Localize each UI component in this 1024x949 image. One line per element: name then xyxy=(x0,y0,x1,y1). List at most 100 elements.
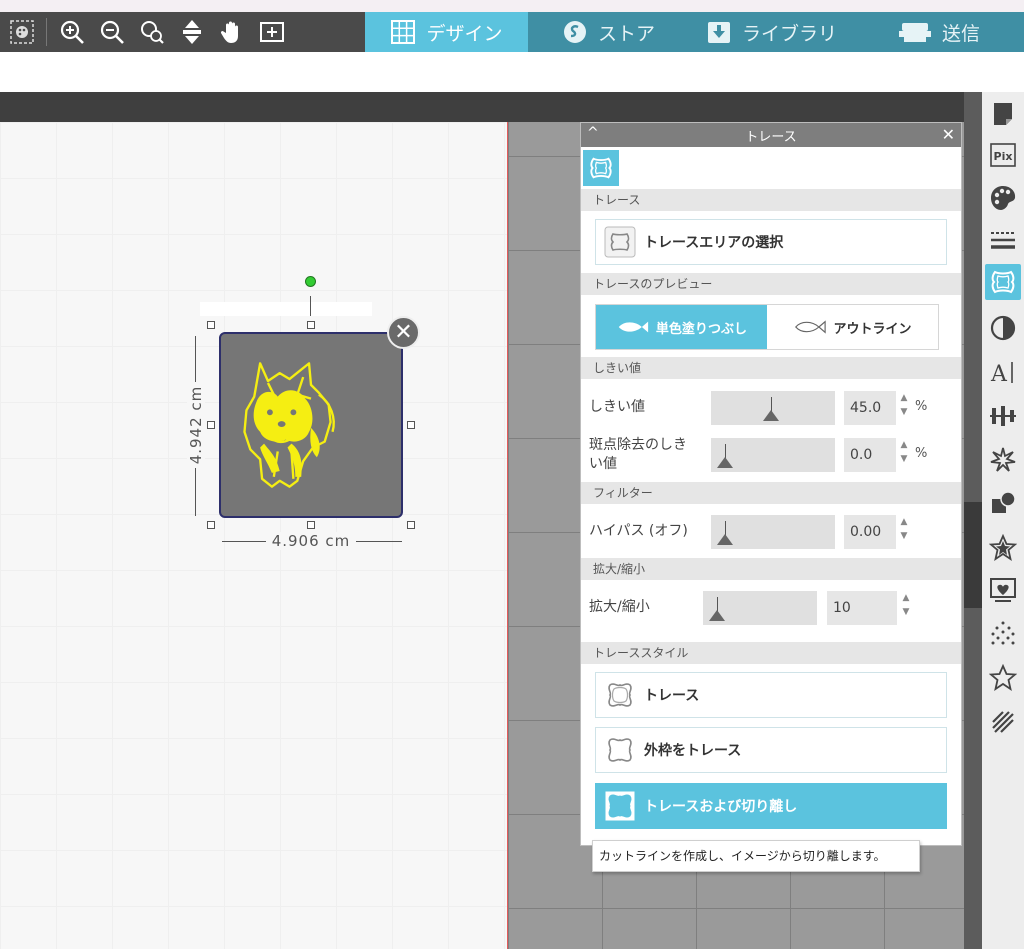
preview-solid-label: 単色塗りつぶし xyxy=(655,321,748,337)
tab-library[interactable]: ライブラリ xyxy=(706,12,837,52)
trace-style-outer-label: 外枠をトレース xyxy=(644,743,742,759)
preview-solid-fill[interactable]: 単色塗りつぶし xyxy=(596,305,767,349)
spot-removal-value[interactable]: 0.0 xyxy=(844,438,896,472)
spot-removal-slider[interactable] xyxy=(711,438,835,472)
threshold-stepper[interactable]: ▲ ▼ xyxy=(899,391,909,419)
height-label: 4.942 cm xyxy=(187,381,205,469)
zoom-select-icon[interactable] xyxy=(136,17,168,47)
offset-icon[interactable] xyxy=(985,530,1021,566)
select-trace-area-button[interactable]: トレースエリアの選択 xyxy=(595,219,947,265)
resize-handle-t[interactable] xyxy=(307,321,315,329)
object-background xyxy=(200,302,372,316)
trace-style-icon xyxy=(608,683,632,707)
section-filter: フィルター xyxy=(581,482,961,504)
svg-text:A: A xyxy=(990,362,1008,386)
selected-image[interactable] xyxy=(219,332,403,518)
title-strip xyxy=(0,0,1024,12)
panel-toggle-icon[interactable] xyxy=(6,17,38,47)
rotate-handle[interactable] xyxy=(305,276,316,287)
toolbar-divider xyxy=(46,18,47,46)
resize-handle-br[interactable] xyxy=(407,521,415,529)
grid-icon xyxy=(391,20,416,44)
resize-handle-b[interactable] xyxy=(307,521,315,529)
trace-tab-icon[interactable] xyxy=(583,150,619,186)
zoom-in-icon[interactable] xyxy=(56,17,88,47)
section-preview: トレースのプレビュー xyxy=(581,273,961,295)
width-label: 4.906 cm xyxy=(265,532,357,550)
rotate-stem xyxy=(310,296,311,316)
pixscan-icon[interactable]: Pix xyxy=(985,137,1021,173)
width-dimension: 4.906 cm xyxy=(216,531,406,551)
line-style-icon[interactable] xyxy=(985,222,1021,258)
spot-removal-label-2: い値 xyxy=(589,456,617,472)
threshold-value[interactable]: 45.0 xyxy=(844,391,896,425)
slider-thumb[interactable] xyxy=(709,610,725,621)
zoom-out-icon[interactable] xyxy=(96,17,128,47)
scale-label: 拡大/縮小 xyxy=(589,599,650,615)
trace-style-outer-button[interactable]: 外枠をトレース xyxy=(595,727,947,773)
svg-text:Pix: Pix xyxy=(994,150,1013,163)
threshold-slider[interactable] xyxy=(711,391,835,425)
tab-library-label: ライブラリ xyxy=(742,22,838,45)
high-pass-label: ハイパス (オフ) xyxy=(589,523,688,539)
pan-hand-icon[interactable] xyxy=(216,17,248,47)
replicate-icon[interactable] xyxy=(985,442,1021,478)
sketch-icon[interactable] xyxy=(985,572,1021,608)
section-trace: トレース xyxy=(581,189,961,211)
tooltip: カットラインを作成し、イメージから切り離します。 xyxy=(592,840,920,872)
high-pass-slider[interactable] xyxy=(711,515,835,549)
trace-detach-icon xyxy=(605,791,635,821)
trace-style-trace-label: トレース xyxy=(644,688,700,704)
outer-trace-icon xyxy=(608,738,632,762)
high-pass-value[interactable]: 0.00 xyxy=(844,515,896,549)
scrollbar-thumb[interactable] xyxy=(964,502,982,608)
tab-design[interactable]: デザイン xyxy=(365,12,528,52)
resize-handle-bl[interactable] xyxy=(207,521,215,529)
trace-area-icon xyxy=(604,226,636,258)
add-page-icon[interactable] xyxy=(256,17,288,47)
tab-store[interactable]: ストア xyxy=(562,12,655,52)
fill-palette-icon[interactable] xyxy=(985,180,1021,216)
tab-send[interactable]: 送信 xyxy=(898,12,980,52)
resize-handle-r[interactable] xyxy=(407,421,415,429)
preview-outline[interactable]: アウトライン xyxy=(767,305,938,349)
hatch-icon[interactable] xyxy=(985,704,1021,740)
send-icon xyxy=(899,23,931,42)
align-icon[interactable] xyxy=(985,398,1021,434)
panel-close-icon[interactable]: ✕ xyxy=(942,125,955,144)
trace-icon[interactable] xyxy=(985,264,1021,300)
collapse-icon[interactable]: ^ xyxy=(587,125,599,141)
panel-title: トレース xyxy=(745,129,797,145)
resize-handle-tl[interactable] xyxy=(207,321,215,329)
threshold-unit: % xyxy=(915,399,928,414)
high-pass-stepper[interactable]: ▲ ▼ xyxy=(899,515,909,543)
library-icon xyxy=(708,22,730,43)
transparency-icon[interactable] xyxy=(985,310,1021,346)
fit-page-icon[interactable] xyxy=(176,17,208,47)
scale-value[interactable]: 10 xyxy=(827,591,897,625)
spot-removal-unit: % xyxy=(915,446,928,461)
delete-object-button[interactable]: ✕ xyxy=(387,316,420,349)
ruler-bar xyxy=(0,92,964,122)
fish-solid-icon xyxy=(618,321,649,333)
star-icon[interactable] xyxy=(985,660,1021,696)
preview-toggle: 単色塗りつぶし アウトライン xyxy=(595,304,939,350)
slider-thumb[interactable] xyxy=(717,534,733,545)
threshold-label: しきい値 xyxy=(589,399,645,415)
modify-icon[interactable] xyxy=(985,486,1021,522)
resize-handle-l[interactable] xyxy=(207,421,215,429)
panel-header[interactable]: ^ トレース ✕ xyxy=(581,123,961,147)
text-icon[interactable]: A xyxy=(985,354,1021,390)
scale-slider[interactable] xyxy=(703,591,817,625)
scale-stepper[interactable]: ▲ ▼ xyxy=(901,591,911,619)
spot-removal-stepper[interactable]: ▲ ▼ xyxy=(899,438,909,466)
slider-thumb[interactable] xyxy=(762,410,779,421)
main-toolbar: デザイン ストア ライブラリ 送信 xyxy=(0,12,1024,52)
fish-outline-icon xyxy=(795,320,827,334)
trace-style-trace-button[interactable]: トレース xyxy=(595,672,947,718)
trace-style-detach-label: トレースおよび切り離し xyxy=(644,799,798,815)
image-effects-icon[interactable] xyxy=(985,616,1021,652)
page-setup-icon[interactable] xyxy=(985,96,1021,132)
trace-style-detach-button[interactable]: トレースおよび切り離し xyxy=(595,783,947,829)
slider-thumb[interactable] xyxy=(717,457,733,468)
